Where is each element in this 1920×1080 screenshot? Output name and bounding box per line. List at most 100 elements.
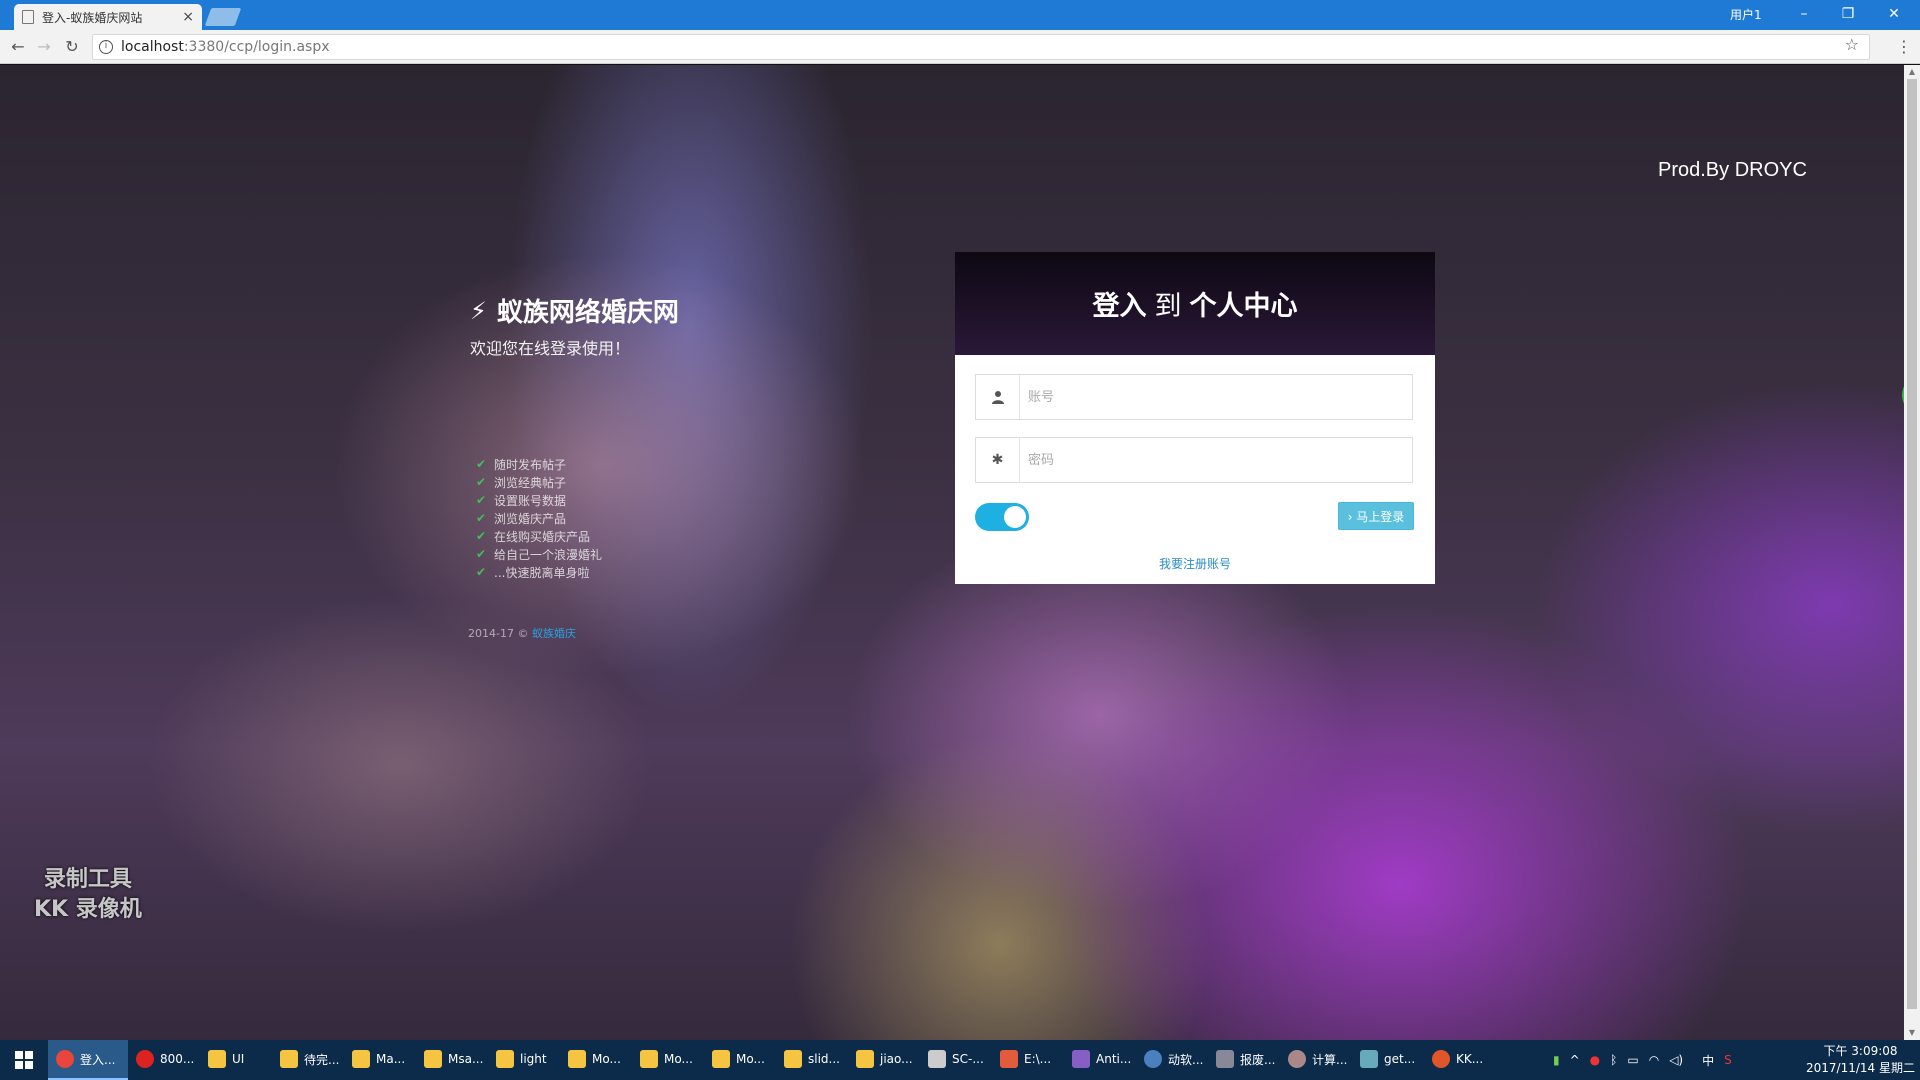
- scroll-up-icon[interactable]: ▲: [1904, 65, 1920, 79]
- power-icon[interactable]: ▭: [1627, 1053, 1638, 1067]
- back-button[interactable]: ←: [6, 35, 30, 59]
- restore-button[interactable]: ❐: [1828, 2, 1868, 26]
- window-icon: [1360, 1050, 1378, 1068]
- page-scrollbar[interactable]: ▲ ▼: [1904, 65, 1920, 1040]
- list-item: ✔ 设置账号数据: [476, 493, 567, 508]
- battery-icon[interactable]: ▮: [1553, 1053, 1560, 1067]
- wifi-icon[interactable]: ◠: [1649, 1053, 1659, 1067]
- browser-menu-icon[interactable]: ⋮: [1894, 35, 1914, 59]
- bolt-icon: ⚡: [470, 296, 487, 325]
- taskbar-item-chrome[interactable]: 登入...: [48, 1040, 128, 1080]
- page-icon: [22, 10, 34, 24]
- taskbar-item[interactable]: Mo...: [632, 1040, 704, 1080]
- scroll-down-icon[interactable]: ▼: [1904, 1026, 1920, 1040]
- folder-icon: [568, 1050, 586, 1068]
- chrome-icon: [56, 1050, 74, 1068]
- taskbar-item[interactable]: Mo...: [704, 1040, 776, 1080]
- taskbar-item[interactable]: 待完...: [272, 1040, 344, 1080]
- folder-icon: [280, 1050, 298, 1068]
- volume-icon[interactable]: ◁): [1669, 1053, 1683, 1067]
- taskbar-item[interactable]: get...: [1352, 1040, 1424, 1080]
- taskbar-item[interactable]: 800...: [128, 1040, 200, 1080]
- list-item: ✔ 浏览经典帖子: [476, 475, 567, 490]
- copyright: 2014-17 © 蚁族婚庆: [468, 627, 576, 640]
- account-field: [975, 374, 1413, 420]
- login-panel: 登入 到 个人中心 ✱ › 马上登录 我要注册账号: [955, 252, 1435, 584]
- taskbar-item[interactable]: Msa...: [416, 1040, 488, 1080]
- login-form: ✱ › 马上登录 我要注册账号: [955, 355, 1435, 584]
- windows-start-icon[interactable]: [0, 1040, 48, 1080]
- register-link[interactable]: 我要注册账号: [955, 555, 1435, 572]
- app-icon: [1216, 1050, 1234, 1068]
- list-item: ✔ 在线购买婚庆产品: [476, 529, 591, 544]
- feature-list: ✔ 随时发布帖子 ✔ 浏览经典帖子 ✔ 设置账号数据 ✔ 浏览婚庆产品 ✔ 在线购买婚庆产…: [476, 455, 602, 581]
- tab-title: 登入-蚁族婚庆网站: [42, 10, 143, 25]
- taskbar-item[interactable]: Mo...: [560, 1040, 632, 1080]
- system-clock[interactable]: 下午 3:09:08 2017/11/14 星期二: [1806, 1043, 1915, 1077]
- tool-icon: [928, 1050, 946, 1068]
- brand-name: 蚁族网络婚庆网: [496, 298, 679, 328]
- close-window-button[interactable]: ✕: [1874, 2, 1914, 26]
- check-icon: ✔: [476, 457, 487, 471]
- taskbar-item[interactable]: UI: [200, 1040, 272, 1080]
- browser-toolbar: ← → ↻ i localhost:3380/ccp/login.aspx ☆ …: [0, 30, 1920, 64]
- login-button[interactable]: › 马上登录: [1338, 502, 1414, 530]
- taskbar-item[interactable]: light: [488, 1040, 560, 1080]
- new-tab-button[interactable]: [204, 8, 242, 26]
- taskbar-item[interactable]: jiao...: [848, 1040, 920, 1080]
- check-icon: ✔: [476, 529, 487, 543]
- remember-toggle[interactable]: [975, 503, 1029, 531]
- check-icon: ✔: [476, 511, 487, 525]
- bluetooth-icon[interactable]: ᛒ: [1610, 1053, 1617, 1067]
- reload-button[interactable]: ↻: [60, 35, 84, 59]
- url-host: localhost: [121, 39, 184, 55]
- check-icon: ✔: [476, 565, 487, 579]
- visual-studio-icon: [1072, 1050, 1090, 1068]
- page-viewport: Prod.By DROYC ⚡ 蚁族网络婚庆网 欢迎您在线登录使用！ ✔ 随时发布…: [0, 65, 1920, 1040]
- copyright-link[interactable]: 蚁族婚庆: [532, 627, 576, 640]
- address-bar[interactable]: i localhost:3380/ccp/login.aspx ☆: [92, 34, 1870, 60]
- profile-user-label[interactable]: 用户1: [1730, 6, 1762, 23]
- folder-icon: [352, 1050, 370, 1068]
- security-icon[interactable]: ●: [1590, 1053, 1600, 1067]
- folder-icon: [712, 1050, 730, 1068]
- recorder-watermark: 录制工具 KK 录像机: [34, 867, 142, 922]
- taskbar-item[interactable]: 动软...: [1136, 1040, 1208, 1080]
- prod-by-label: Prod.By DROYC: [1658, 159, 1807, 181]
- taskbar-item[interactable]: SC-...: [920, 1040, 992, 1080]
- list-item: ✔ 浏览婚庆产品: [476, 511, 567, 526]
- browser-tab[interactable]: 登入-蚁族婚庆网站 ×: [14, 4, 202, 30]
- tab-close-icon[interactable]: ×: [182, 9, 194, 25]
- site-info-icon[interactable]: i: [99, 40, 113, 54]
- taskbar-item[interactable]: 报废...: [1208, 1040, 1280, 1080]
- folder-icon: [496, 1050, 514, 1068]
- forward-button[interactable]: →: [32, 35, 56, 59]
- list-item: ✔ ...快速脱离单身啦: [476, 565, 590, 580]
- list-item: ✔ 随时发布帖子: [476, 457, 567, 472]
- ime-indicator[interactable]: 中: [1702, 1052, 1714, 1069]
- toggle-knob: [1004, 506, 1026, 528]
- taskbar-item[interactable]: KK...: [1424, 1040, 1496, 1080]
- tray-expand-icon[interactable]: ^: [1570, 1053, 1580, 1067]
- taskbar-item[interactable]: Anti...: [1064, 1040, 1136, 1080]
- minimize-button[interactable]: –: [1784, 2, 1824, 26]
- folder-icon: [856, 1050, 874, 1068]
- account-input[interactable]: [1020, 375, 1412, 419]
- bookmark-star-icon[interactable]: ☆: [1845, 35, 1859, 54]
- folder-icon: [208, 1050, 226, 1068]
- brand-subtitle: 欢迎您在线登录使用！: [470, 339, 631, 358]
- password-field: ✱: [975, 437, 1413, 483]
- recorder-icon: [1432, 1050, 1450, 1068]
- taskbar-item[interactable]: E:\...: [992, 1040, 1064, 1080]
- taskbar-item[interactable]: slid...: [776, 1040, 848, 1080]
- app-icon: [1000, 1050, 1018, 1068]
- scroll-thumb[interactable]: [1907, 79, 1917, 1009]
- taskbar: 登入... 800... UI 待完... Ma... Msa... light…: [0, 1040, 1920, 1080]
- folder-icon: [784, 1050, 802, 1068]
- sogou-icon[interactable]: S: [1724, 1053, 1732, 1067]
- taskbar-item[interactable]: Ma...: [344, 1040, 416, 1080]
- taskbar-item[interactable]: 计算...: [1280, 1040, 1352, 1080]
- app-icon: [136, 1050, 154, 1068]
- password-input[interactable]: [1020, 438, 1412, 482]
- check-icon: ✔: [476, 547, 487, 561]
